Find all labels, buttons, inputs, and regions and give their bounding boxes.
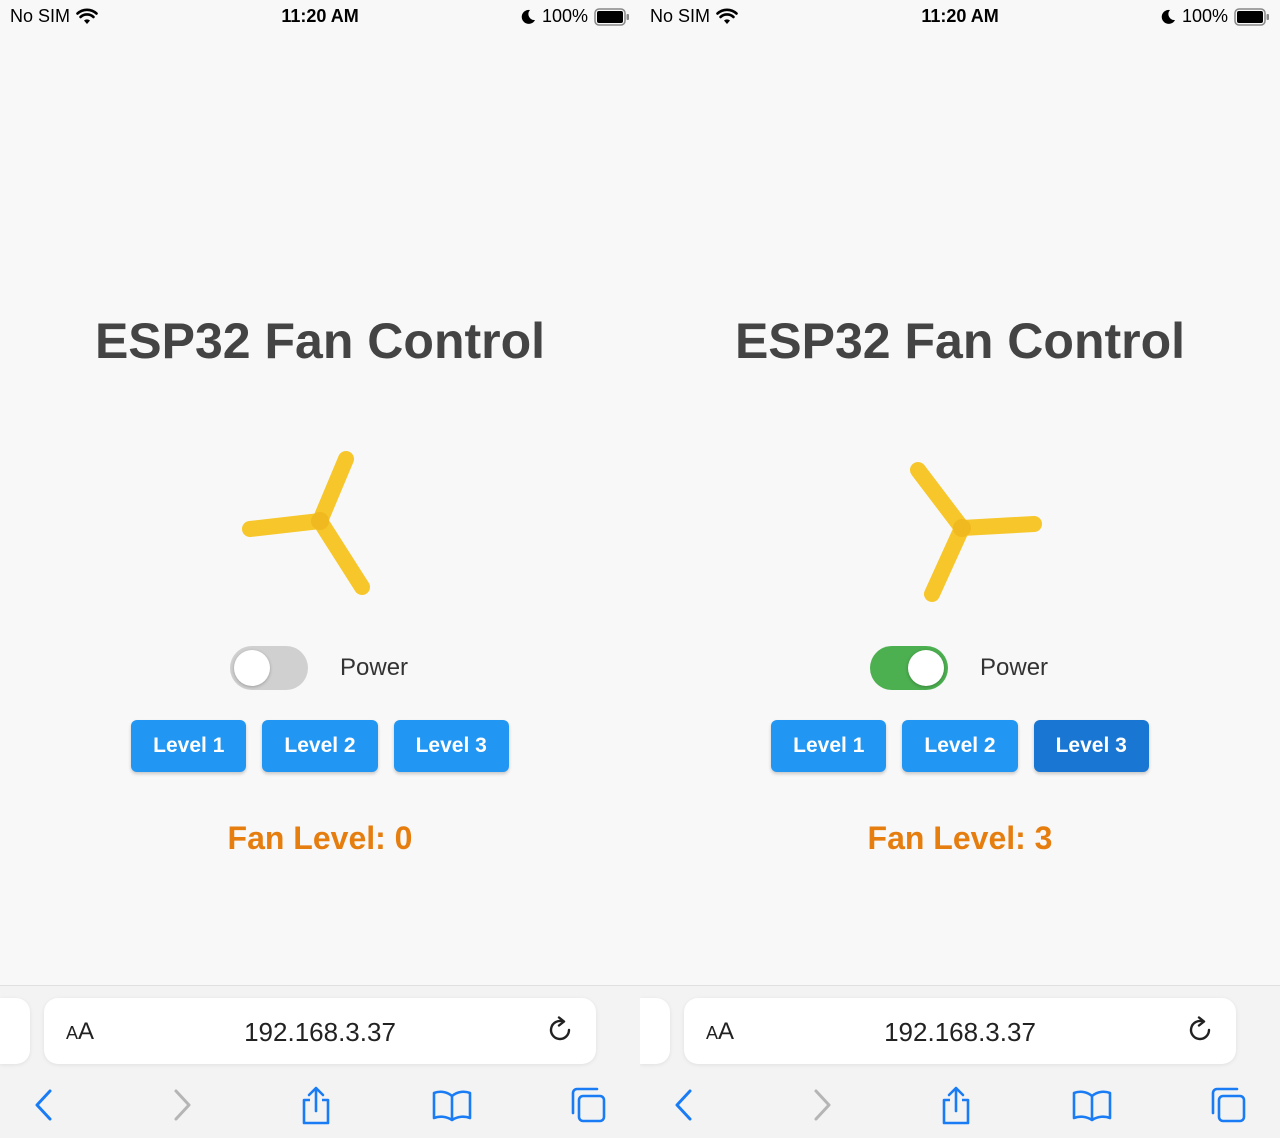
fan-icon	[242, 451, 370, 595]
browser-toolbar	[0, 1083, 640, 1127]
battery-percent: 100%	[541, 6, 588, 26]
chevron-right-icon	[174, 1089, 191, 1121]
level-buttons: Level 1 Level 2 Level 3	[0, 720, 640, 772]
page-title: ESP32 Fan Control	[734, 313, 1186, 369]
share-icon	[302, 1086, 330, 1125]
power-toggle[interactable]	[230, 646, 308, 690]
share-icon	[942, 1086, 970, 1125]
status-bar: No SIM 11:20 AM 100%	[0, 0, 640, 32]
fan-blade	[312, 451, 354, 529]
share-button[interactable]	[294, 1083, 338, 1127]
tabs-button[interactable]	[566, 1083, 610, 1127]
toggle-knob	[234, 650, 270, 686]
level-1-button[interactable]: Level 1	[771, 720, 887, 772]
address-bar[interactable]: AA 192.168.3.37	[684, 998, 1236, 1064]
chevron-left-icon	[35, 1089, 52, 1121]
tabs-button[interactable]	[1206, 1083, 1250, 1127]
battery-percent: 100%	[1181, 6, 1228, 26]
share-button[interactable]	[934, 1083, 978, 1127]
fan-blade	[954, 516, 1042, 536]
power-toggle[interactable]	[870, 646, 948, 690]
browser-chrome: AA 192.168.3.37	[640, 985, 1280, 1138]
url-text: 192.168.3.37	[244, 1017, 396, 1047]
fan-level-text: Fan Level: 3	[867, 820, 1053, 856]
status-bar: No SIM 11:20 AM 100%	[640, 0, 1280, 32]
chevron-left-icon	[675, 1089, 692, 1121]
power-label: Power	[980, 654, 1049, 681]
previous-tab[interactable]	[0, 998, 30, 1064]
fan-blade	[312, 513, 370, 595]
browser-chrome: AA 192.168.3.37	[0, 985, 640, 1138]
fan-level-text: Fan Level: 0	[227, 820, 413, 856]
level-2-button[interactable]: Level 2	[262, 720, 378, 772]
level-3-button[interactable]: Level 3	[1033, 720, 1149, 772]
chevron-right-icon	[814, 1089, 831, 1121]
forward-button[interactable]	[160, 1083, 204, 1127]
fan-icon	[910, 462, 1042, 602]
book-icon	[432, 1090, 472, 1122]
fan-blade	[910, 462, 970, 536]
moon-icon	[521, 9, 535, 24]
toggle-knob	[908, 650, 944, 686]
page-title: ESP32 Fan Control	[94, 313, 546, 369]
screen-power-off: No SIM 11:20 AM 100% ESP32 Fan Control P…	[0, 0, 640, 1138]
fan-blade	[924, 520, 970, 602]
battery-icon	[1234, 7, 1269, 26]
bookmarks-button[interactable]	[1070, 1083, 1114, 1127]
browser-toolbar	[640, 1083, 1280, 1127]
tabs-icon	[1211, 1087, 1246, 1123]
screen-power-on: No SIM 11:20 AM 100% ESP32 Fan Control P…	[640, 0, 1280, 1138]
level-2-button[interactable]: Level 2	[902, 720, 1018, 772]
book-icon	[1072, 1090, 1112, 1122]
moon-icon	[1161, 9, 1175, 24]
power-label: Power	[340, 654, 409, 681]
back-button[interactable]	[22, 1083, 66, 1127]
forward-button[interactable]	[800, 1083, 844, 1127]
battery-icon	[594, 7, 629, 26]
url-text: 192.168.3.37	[884, 1017, 1036, 1047]
reload-icon[interactable]	[1184, 1014, 1216, 1046]
level-3-button[interactable]: Level 3	[393, 720, 509, 772]
fan-blade	[242, 513, 328, 537]
previous-tab[interactable]	[640, 998, 670, 1064]
level-1-button[interactable]: Level 1	[131, 720, 247, 772]
tabs-icon	[571, 1087, 606, 1123]
address-bar[interactable]: AA 192.168.3.37	[44, 998, 596, 1064]
level-buttons: Level 1 Level 2 Level 3	[640, 720, 1280, 772]
bookmarks-button[interactable]	[430, 1083, 474, 1127]
back-button[interactable]	[662, 1083, 706, 1127]
reload-icon[interactable]	[544, 1014, 576, 1046]
